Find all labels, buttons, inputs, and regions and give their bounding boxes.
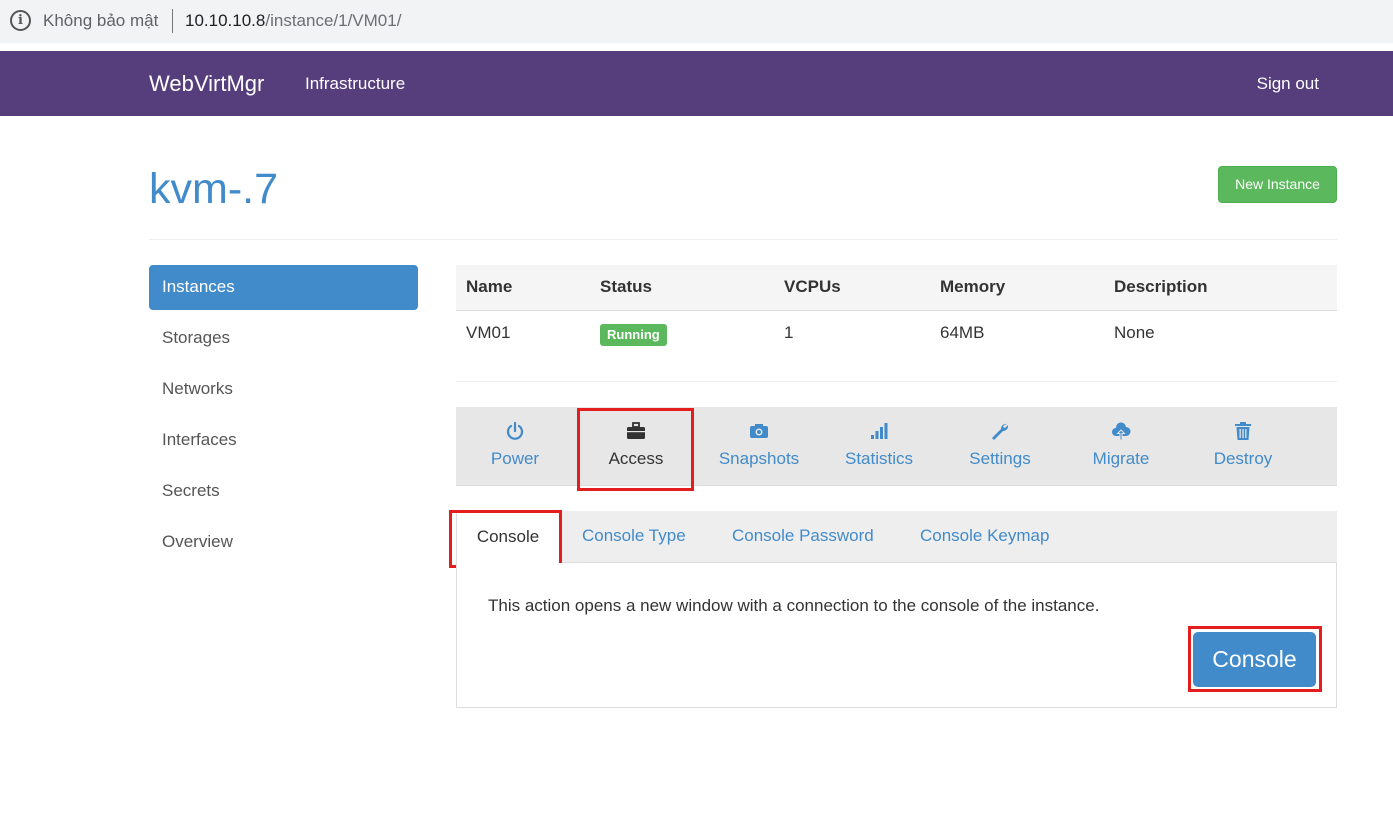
subtab-console[interactable]: Console [456, 511, 560, 564]
tab-migrate-label: Migrate [1092, 449, 1150, 468]
sidebar: Instances Storages Networks Interfaces S… [149, 265, 418, 571]
tab-destroy[interactable]: Destroy [1188, 407, 1298, 486]
new-instance-button[interactable]: New Instance [1218, 166, 1337, 203]
url-host: 10.10.10.8 [185, 11, 266, 30]
col-vcpus: VCPUs [784, 277, 841, 296]
wrench-icon [992, 423, 1009, 440]
brand-link[interactable]: WebVirtMgr [149, 71, 264, 97]
security-label[interactable]: Không bảo mật [43, 11, 158, 31]
table-divider [456, 381, 1337, 382]
browser-address-bar: i Không bảo mật 10.10.10.8/instance/1/VM… [0, 0, 1393, 43]
sidebar-item-secrets[interactable]: Secrets [149, 469, 418, 514]
address-divider [172, 9, 173, 33]
sign-out-link[interactable]: Sign out [1257, 74, 1319, 94]
camera-icon [750, 424, 768, 438]
instance-action-bar: Power Access Snapshots Statistics Settin… [456, 407, 1337, 486]
cell-memory: 64MB [940, 323, 985, 342]
tab-migrate[interactable]: Migrate [1066, 407, 1176, 486]
signal-icon [871, 423, 888, 439]
nav-infrastructure[interactable]: Infrastructure [305, 74, 405, 94]
sidebar-item-overview[interactable]: Overview [149, 520, 418, 565]
console-button[interactable]: Console [1193, 632, 1316, 687]
sidebar-item-interfaces[interactable]: Interfaces [149, 418, 418, 463]
header-divider [149, 239, 1337, 240]
trash-icon [1235, 422, 1251, 440]
sidebar-item-instances[interactable]: Instances [149, 265, 418, 310]
col-description: Description [1114, 277, 1208, 296]
url-text[interactable]: 10.10.10.8/instance/1/VM01/ [185, 11, 401, 31]
tab-snapshots-label: Snapshots [718, 449, 800, 468]
subtab-console-type[interactable]: Console Type [582, 511, 686, 563]
tab-settings-label: Settings [969, 449, 1031, 468]
console-description: This action opens a new window with a co… [488, 596, 1100, 615]
tab-power[interactable]: Power [456, 407, 574, 486]
top-navbar: WebVirtMgr Infrastructure Sign out [0, 51, 1393, 116]
cell-name: VM01 [466, 323, 511, 342]
col-memory: Memory [940, 277, 1006, 296]
tab-snapshots[interactable]: Snapshots [704, 407, 814, 486]
tab-settings[interactable]: Settings [946, 407, 1054, 486]
info-icon[interactable]: i [10, 10, 31, 31]
instance-table: Name Status VCPUs Memory Description VM0… [456, 265, 1337, 346]
page-title: kvm-.7 [149, 165, 278, 213]
sidebar-item-networks[interactable]: Networks [149, 367, 418, 412]
url-path: /instance/1/VM01/ [265, 11, 402, 30]
cell-description: None [1114, 323, 1155, 342]
cloud-upload-icon [1112, 422, 1131, 441]
tab-access-label: Access [608, 449, 664, 468]
tab-access[interactable]: Access [580, 407, 692, 486]
sidebar-item-storages[interactable]: Storages [149, 316, 418, 361]
status-badge: Running [600, 324, 667, 346]
tab-power-label: Power [490, 449, 540, 468]
tab-destroy-label: Destroy [1213, 449, 1273, 468]
cell-vcpus: 1 [784, 323, 794, 342]
col-name: Name [466, 277, 513, 296]
subtab-console-password[interactable]: Console Password [732, 511, 874, 563]
tab-statistics-label: Statistics [844, 449, 914, 468]
col-status: Status [600, 277, 652, 296]
power-icon [506, 421, 524, 440]
console-subtabs: Console Console Type Console Password Co… [456, 511, 1337, 564]
briefcase-icon [627, 422, 645, 439]
tab-statistics[interactable]: Statistics [824, 407, 934, 486]
subtab-console-keymap[interactable]: Console Keymap [920, 511, 1049, 563]
